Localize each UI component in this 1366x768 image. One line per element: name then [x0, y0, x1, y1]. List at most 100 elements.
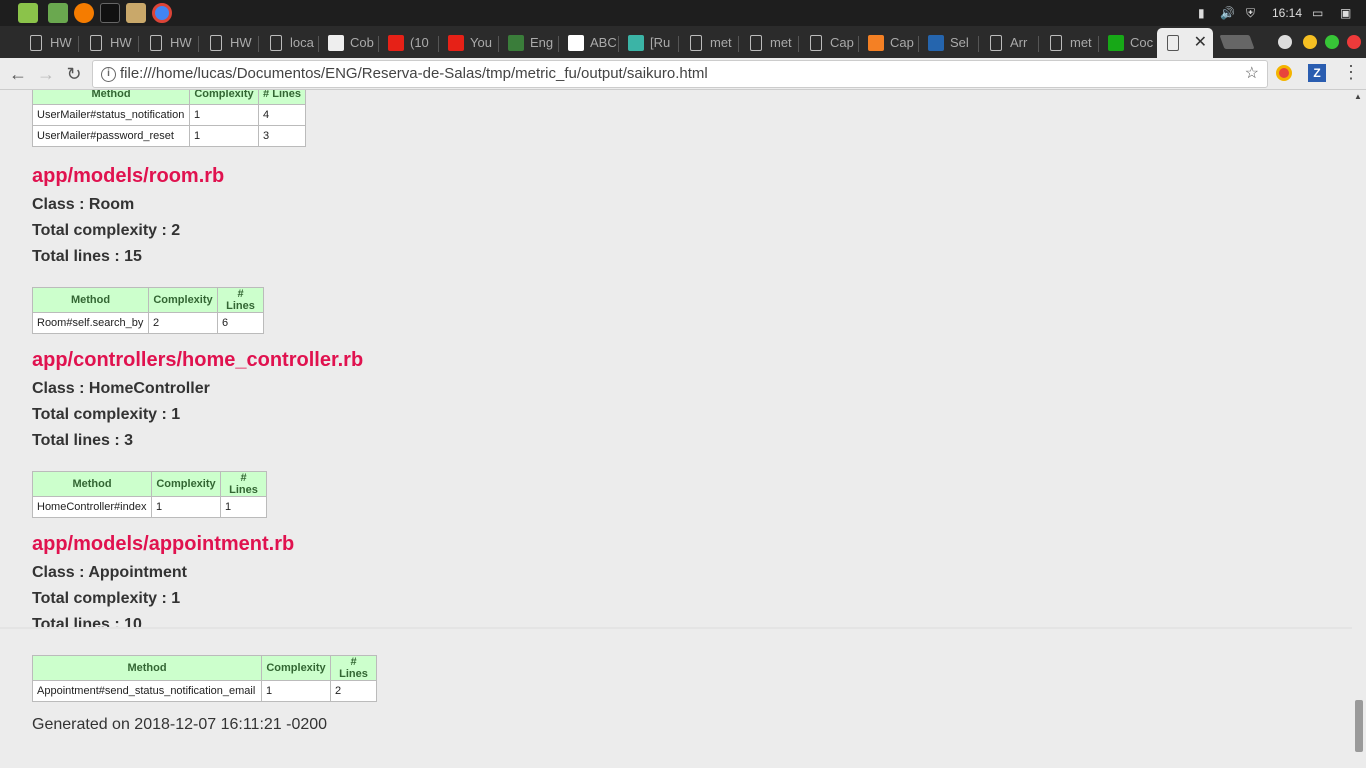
- cell-lines: 1: [220, 496, 267, 518]
- browser-tab[interactable]: HW: [140, 28, 200, 58]
- forward-button[interactable]: →: [34, 62, 58, 86]
- show-desktop-icon[interactable]: [48, 3, 68, 23]
- notifications-icon[interactable]: ▣: [1340, 0, 1351, 26]
- mint-menu-icon[interactable]: [18, 3, 38, 23]
- chrome-launcher-icon[interactable]: [152, 3, 172, 23]
- close-tab-icon[interactable]: ✕: [1194, 28, 1207, 58]
- tab-title: HW: [50, 35, 72, 50]
- volume-icon[interactable]: 🔊: [1220, 0, 1235, 26]
- firefox-launcher-icon[interactable]: [74, 3, 94, 23]
- browser-tab[interactable]: HW: [20, 28, 80, 58]
- method-table: Method Complexity # Lines Room#self.sear…: [32, 287, 264, 334]
- profile-icon[interactable]: [1278, 35, 1292, 49]
- tab-title: loca: [290, 35, 314, 50]
- total-lines: Total lines : 10: [32, 616, 142, 633]
- battery-icon[interactable]: ▭: [1312, 0, 1323, 26]
- tab-separator: [918, 36, 919, 52]
- maximize-button[interactable]: [1325, 35, 1339, 49]
- new-tab-button[interactable]: [1219, 35, 1255, 49]
- doc-favicon-icon: [1167, 35, 1179, 51]
- doc-favicon-icon: [30, 35, 42, 51]
- browser-tab[interactable]: loca: [260, 28, 320, 58]
- browser-tab[interactable]: Cap: [860, 28, 920, 58]
- back-button[interactable]: ←: [6, 62, 30, 86]
- doc-favicon-icon: [990, 35, 1002, 51]
- browser-tab[interactable]: ABC: [560, 28, 620, 58]
- browser-tab[interactable]: Eng: [500, 28, 560, 58]
- col-method: Method: [32, 90, 190, 105]
- doc-favicon-icon: [690, 35, 702, 51]
- w3-favicon-icon: [928, 35, 944, 51]
- tab-separator: [618, 36, 619, 52]
- address-bar[interactable]: i file:///home/lucas/Documentos/ENG/Rese…: [92, 60, 1268, 88]
- vertical-scrollbar[interactable]: ▲: [1352, 90, 1366, 768]
- col-method: Method: [32, 655, 262, 681]
- url-text[interactable]: file:///home/lucas/Documentos/ENG/Reserv…: [120, 61, 708, 87]
- desktop-panel: ▮ 🔊 ⛨ 16:14 ▭ ▣: [0, 0, 1366, 26]
- partial-method-table: Method Complexity # Lines UserMailer#sta…: [32, 90, 306, 147]
- tab-title: You: [470, 35, 492, 50]
- class-name: Class : Room: [32, 196, 135, 213]
- bookmark-star-icon[interactable]: ☆: [1245, 61, 1259, 87]
- extension-icon[interactable]: [1276, 65, 1292, 81]
- tab-separator: [438, 36, 439, 52]
- browser-tab[interactable]: You: [440, 28, 500, 58]
- browser-tab[interactable]: Cob: [320, 28, 380, 58]
- zotero-extension-icon[interactable]: Z: [1308, 64, 1326, 82]
- cell-lines: 6: [217, 312, 264, 334]
- scroll-up-icon[interactable]: ▲: [1354, 92, 1362, 101]
- info-icon[interactable]: i: [101, 67, 116, 82]
- browser-tab[interactable]: ✕: [1157, 28, 1213, 58]
- cell-method: Room#self.search_by: [32, 312, 149, 334]
- doc-favicon-icon: [750, 35, 762, 51]
- tab-separator: [498, 36, 499, 52]
- browser-tab[interactable]: met: [1040, 28, 1100, 58]
- close-window-button[interactable]: [1347, 35, 1361, 49]
- divider: [0, 627, 1352, 629]
- minimize-button[interactable]: [1303, 35, 1317, 49]
- cell-complexity: 1: [261, 680, 331, 702]
- col-complexity: Complexity: [151, 471, 221, 497]
- tab-separator: [138, 36, 139, 52]
- browser-tab[interactable]: HW: [80, 28, 140, 58]
- tab-separator: [78, 36, 79, 52]
- tab-separator: [558, 36, 559, 52]
- browser-tab[interactable]: met: [740, 28, 800, 58]
- tab-separator: [378, 36, 379, 52]
- tab-separator: [1038, 36, 1039, 52]
- files-launcher-icon[interactable]: [126, 3, 146, 23]
- page-content: Method Complexity # Lines UserMailer#sta…: [0, 90, 1352, 768]
- wikipedia-favicon-icon: [568, 35, 584, 51]
- cell-complexity: 2: [148, 312, 218, 334]
- browser-tab[interactable]: Cap: [800, 28, 860, 58]
- col-complexity: Complexity: [148, 287, 218, 313]
- network-icon[interactable]: ▮: [1198, 0, 1205, 26]
- tab-separator: [678, 36, 679, 52]
- clock[interactable]: 16:14: [1272, 0, 1302, 26]
- browser-tab[interactable]: Arr: [980, 28, 1040, 58]
- stackoverflow-favicon-icon: [868, 35, 884, 51]
- scrollbar-thumb[interactable]: [1355, 700, 1363, 752]
- browser-tab[interactable]: Coc: [1100, 28, 1160, 58]
- browser-tab[interactable]: (10: [380, 28, 440, 58]
- terminal-launcher-icon[interactable]: [100, 3, 120, 23]
- menu-icon[interactable]: ⋮: [1342, 62, 1360, 83]
- browser-tab[interactable]: Sel: [920, 28, 980, 58]
- doc-favicon-icon: [210, 35, 222, 51]
- total-lines: Total lines : 15: [32, 248, 142, 265]
- tab-separator: [318, 36, 319, 52]
- tab-title: HW: [230, 35, 252, 50]
- shield-icon[interactable]: ⛨: [1246, 0, 1255, 26]
- table-row: Room#self.search_by 2 6: [32, 312, 264, 334]
- browser-tab[interactable]: met: [680, 28, 740, 58]
- sd-favicon-icon: [628, 35, 644, 51]
- col-lines: # Lines: [217, 287, 264, 313]
- cell-complexity: 1: [189, 104, 259, 126]
- tab-title: HW: [170, 35, 192, 50]
- total-complexity: Total complexity : 1: [32, 406, 181, 423]
- browser-tab[interactable]: HW: [200, 28, 260, 58]
- reload-button[interactable]: ↻: [62, 62, 86, 86]
- tab-separator: [858, 36, 859, 52]
- table-row: Appointment#send_status_notification_ema…: [32, 680, 377, 702]
- browser-tab[interactable]: [Ru: [620, 28, 680, 58]
